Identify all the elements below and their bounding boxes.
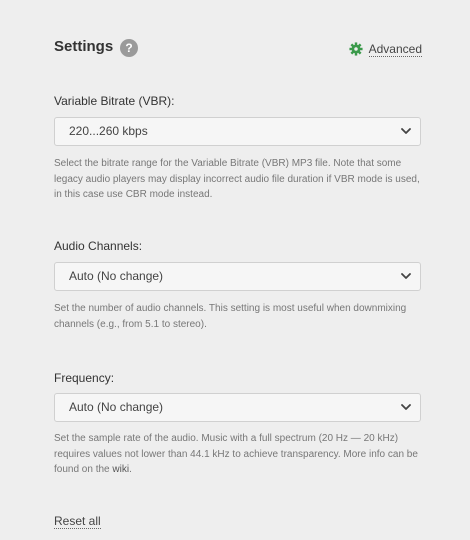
audio-channels-select[interactable]: Auto (No change) xyxy=(54,262,421,291)
question-circle-icon[interactable]: ? xyxy=(120,39,138,57)
audio-channels-label: Audio Channels: xyxy=(54,239,143,253)
advanced-label: Advanced xyxy=(368,41,422,57)
wiki-link[interactable]: wiki xyxy=(112,464,129,475)
settings-header: Settings ? Advanced xyxy=(54,36,422,60)
audio-channels-select-value: Auto (No change) xyxy=(69,269,164,283)
advanced-link[interactable]: Advanced xyxy=(349,40,422,58)
chevron-down-icon xyxy=(401,128,411,134)
vbr-select-value: 220...260 kbps xyxy=(69,124,148,138)
reset-all-link[interactable]: Reset all xyxy=(54,514,101,529)
vbr-select[interactable]: 220...260 kbps xyxy=(54,117,421,146)
vbr-label: Variable Bitrate (VBR): xyxy=(54,94,175,108)
frequency-label: Frequency: xyxy=(54,371,115,385)
page-title: Settings xyxy=(54,38,114,55)
frequency-help-main: Set the sample rate of the audio. Music … xyxy=(54,433,418,475)
chevron-down-icon xyxy=(401,404,411,410)
frequency-help-text: Set the sample rate of the audio. Music … xyxy=(54,431,426,478)
frequency-select-value: Auto (No change) xyxy=(69,400,164,414)
gear-icon xyxy=(349,42,363,56)
frequency-select[interactable]: Auto (No change) xyxy=(54,393,421,422)
vbr-help-text: Select the bitrate range for the Variabl… xyxy=(54,158,420,200)
audio-channels-help-text: Set the number of audio channels. This s… xyxy=(54,303,407,330)
frequency-help-end: . xyxy=(129,464,132,475)
chevron-down-icon xyxy=(401,273,411,279)
